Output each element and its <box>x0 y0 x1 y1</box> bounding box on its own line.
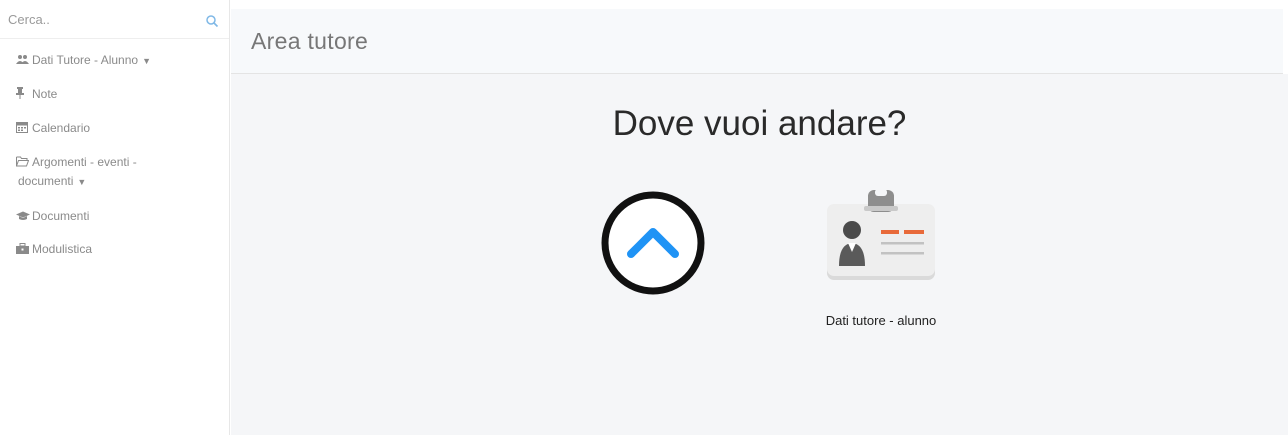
users-icon <box>16 54 29 65</box>
sidebar-item-label: Note <box>32 87 58 101</box>
sidebar-item-label: Modulistica <box>32 242 93 256</box>
search-input[interactable] <box>4 8 208 30</box>
sidebar-item-calendario[interactable]: Calendario <box>16 119 90 137</box>
briefcase-icon <box>16 243 29 254</box>
folder-open-icon <box>16 156 29 167</box>
tile-dati-tutore-alunno[interactable]: Dati tutore - alunno <box>811 186 951 328</box>
id-badge-icon <box>826 186 936 291</box>
main-area: Area tutore Dove vuoi andare? Dati tutor… <box>231 0 1288 435</box>
graduation-cap-icon <box>16 211 30 221</box>
search-bar <box>0 0 229 39</box>
search-icon[interactable] <box>205 14 219 28</box>
content-panel: Dove vuoi andare? Dati tutore - alunno <box>231 74 1288 435</box>
sidebar-item-label: Documenti <box>32 209 90 223</box>
sidebar: Dati Tutore - Alunno▼ Note <box>0 0 230 435</box>
page-header: Area tutore <box>231 9 1283 74</box>
sidebar-item-note[interactable]: Note <box>16 85 57 103</box>
chevron-up-icon <box>601 191 705 295</box>
question-heading: Dove vuoi andare? <box>612 104 907 143</box>
tile-label: Dati tutore - alunno <box>825 313 937 328</box>
page-title: Area tutore <box>251 28 369 54</box>
sidebar-item-label: Dati Tutore - Alunno <box>32 53 139 67</box>
caret-down-icon: ▼ <box>142 56 151 66</box>
sidebar-item-modulistica[interactable]: Modulistica <box>16 240 92 258</box>
sidebar-item-label-line1: Argomenti - eventi - <box>32 155 137 169</box>
caret-down-icon: ▼ <box>77 177 87 187</box>
thumbtack-icon <box>16 87 29 99</box>
calendar-icon <box>16 121 29 133</box>
sidebar-item-argomenti-eventi-documenti[interactable]: Argomenti - eventi - <box>16 153 137 171</box>
sidebar-item-argomenti-continued[interactable]: documenti ▼ <box>18 172 86 191</box>
sidebar-item-dati-tutore-alunno[interactable]: Dati Tutore - Alunno ▼ <box>16 51 151 70</box>
sidebar-item-label: Calendario <box>32 121 91 135</box>
sidebar-item-documenti[interactable]: Documenti <box>16 207 89 225</box>
scroll-up-button[interactable] <box>600 190 706 296</box>
sidebar-item-label-line2: documenti <box>18 174 74 188</box>
